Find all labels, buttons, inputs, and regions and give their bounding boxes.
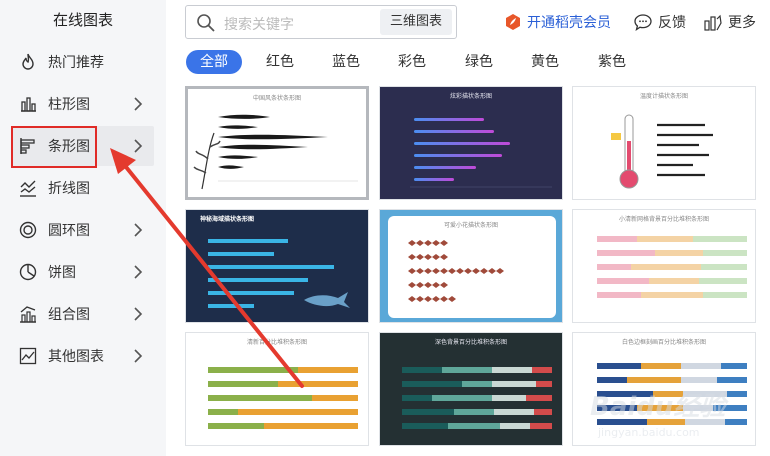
watermark-brand: Baidu经验	[590, 392, 726, 422]
watermark-url: jingyan.baidu.com	[598, 426, 700, 439]
watermark: Baidu经验 jingyan.baidu.com	[590, 386, 770, 446]
